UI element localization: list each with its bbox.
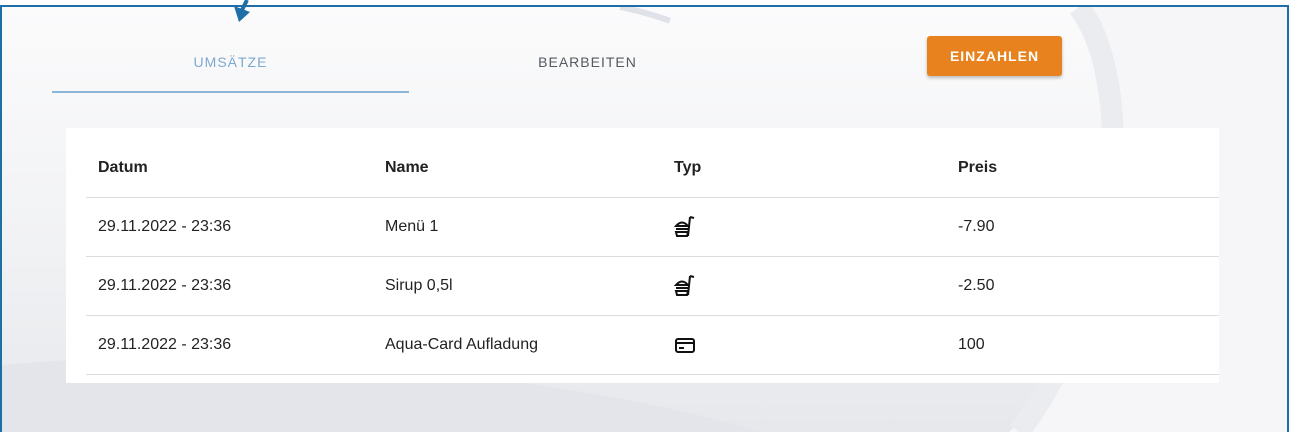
cell-name: Aqua-Card Aufladung [373,315,662,375]
column-header-date: Datum [86,138,373,198]
cell-type [662,315,946,375]
column-header-price: Preis [946,138,1219,198]
table-row[interactable]: 29.11.2022 - 23:36 Aqua-Card Aufladung 1… [86,315,1219,375]
cell-type [662,197,946,257]
table-row[interactable]: 29.11.2022 - 23:36 Sirup 0,5l -2.50 [86,256,1219,316]
food-icon [674,216,695,237]
cell-type [662,256,946,316]
tab-bar: UMSÄTZE BEARBEITEN [52,37,767,93]
deposit-button[interactable]: EINZAHLEN [927,36,1062,76]
column-header-type: Typ [662,138,946,198]
cell-name: Sirup 0,5l [373,256,662,316]
cell-price: 100 [946,315,1219,375]
table-header-row: Datum Name Typ Preis [86,138,1219,198]
transactions-table: Datum Name Typ Preis 29.11.2022 - 23:36 … [86,138,1219,375]
credit-card-icon [675,338,695,353]
transactions-card: Datum Name Typ Preis 29.11.2022 - 23:36 … [66,128,1219,383]
cell-date: 29.11.2022 - 23:36 [86,256,373,316]
tab-bearbeiten[interactable]: BEARBEITEN [409,37,766,93]
cell-date: 29.11.2022 - 23:36 [86,197,373,257]
annotation-arrow-icon [234,0,250,22]
table-row[interactable]: 29.11.2022 - 23:36 Menü 1 -7.90 [86,197,1219,257]
cell-price: -7.90 [946,197,1219,257]
cell-price: -2.50 [946,256,1219,316]
food-icon [674,275,695,296]
column-header-name: Name [373,138,662,198]
cell-name: Menü 1 [373,197,662,257]
tab-umsaetze[interactable]: UMSÄTZE [52,37,409,93]
cell-date: 29.11.2022 - 23:36 [86,315,373,375]
